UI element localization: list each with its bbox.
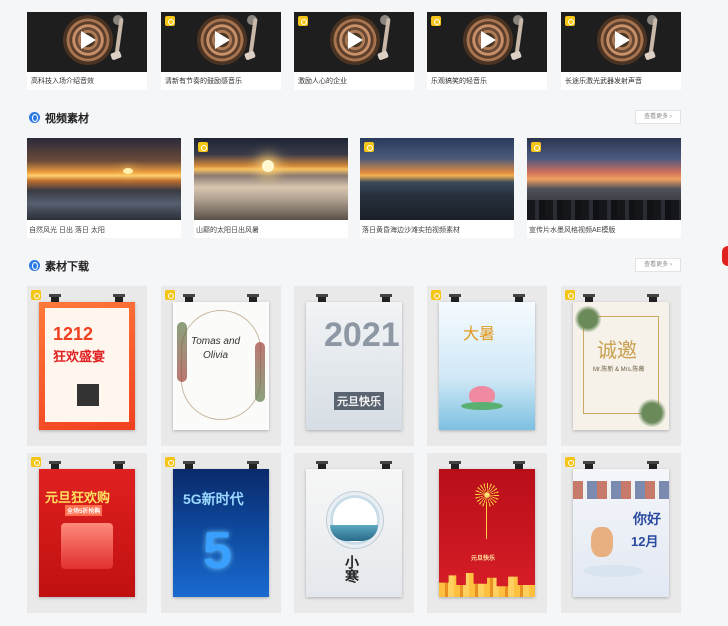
vip-badge-icon (431, 16, 441, 26)
poster-card[interactable]: 5G新时代 5 (161, 453, 281, 613)
poster-headline: 1212 (53, 324, 94, 344)
vip-badge-icon (31, 457, 41, 467)
vip-badge-icon (165, 457, 175, 467)
video-card[interactable]: 宣传片水墨风格视频AE模版 (527, 138, 681, 238)
poster-headline: 2021 (324, 316, 400, 354)
video-thumbnail[interactable] (194, 138, 348, 220)
side-float-tab[interactable] (722, 246, 728, 266)
video-thumbnail[interactable] (360, 138, 514, 220)
video-card[interactable]: 落日黄昏海边沙滩实拍视频素材 (360, 138, 514, 238)
poster-card[interactable]: 2021 元旦快乐 (294, 286, 414, 446)
video-title[interactable]: 宣传片水墨风格视频AE模版 (529, 225, 615, 235)
video-title[interactable]: 自然风光 日出 落日 太阳 (29, 225, 105, 235)
music-title[interactable]: 激励人心的企业 (298, 76, 347, 86)
poster-card[interactable]: 小寒 (294, 453, 414, 613)
vip-badge-icon (565, 16, 575, 26)
music-title[interactable]: 高科技入场介绍音效 (31, 76, 94, 86)
poster-headline: Tomas and (191, 336, 241, 347)
vip-badge-icon (531, 142, 541, 152)
globe-icon (29, 112, 40, 123)
poster-card[interactable]: Tomas and Olivia (161, 286, 281, 446)
poster-headline: 大暑 (463, 326, 496, 343)
poster-image[interactable]: 元旦狂欢购 全场5折抢购 (39, 469, 135, 597)
vip-badge-icon (431, 290, 441, 300)
poster-image[interactable]: 你好 12月 (573, 469, 669, 597)
poster-subline: 元旦快乐 (334, 392, 384, 410)
video-title[interactable]: 落日黄昏海边沙滩实拍视频素材 (362, 225, 460, 235)
music-thumbnail (561, 12, 681, 72)
poster-subline: 5 (203, 522, 232, 580)
music-thumbnail (161, 12, 281, 72)
poster-subline: Olivia (203, 350, 229, 361)
poster-headline: 小寒 (344, 555, 360, 583)
music-card[interactable]: 清新有节奏的鼓励感音乐 (161, 12, 281, 90)
poster-image[interactable]: 1212 狂欢盛宴 (39, 302, 135, 430)
poster-image[interactable]: 大暑 (439, 302, 535, 430)
vip-badge-icon (565, 457, 575, 467)
poster-image[interactable]: 2021 元旦快乐 (306, 302, 402, 430)
video-thumbnail[interactable] (27, 138, 181, 220)
music-title[interactable]: 清新有节奏的鼓励感音乐 (165, 76, 242, 86)
vip-badge-icon (165, 290, 175, 300)
vip-badge-icon (31, 290, 41, 300)
poster-headline: 5G新时代 (183, 491, 244, 507)
poster-card[interactable]: 元旦狂欢购 全场5折抢购 (27, 453, 147, 613)
poster-headline: 诚邀 (597, 340, 637, 362)
poster-subline: 全场5折抢购 (65, 505, 103, 516)
poster-card[interactable]: 元旦快乐 (427, 453, 547, 613)
poster-image[interactable]: 5G新时代 5 (173, 469, 269, 597)
more-video-button[interactable]: 查看更多 › (635, 110, 681, 124)
video-card[interactable]: 自然风光 日出 落日 太阳 (27, 138, 181, 238)
music-thumbnail (427, 12, 547, 72)
music-title[interactable]: 乐观搞笑的轻音乐 (431, 76, 487, 86)
poster-headline: 元旦狂欢购 (45, 490, 111, 505)
poster-subline: 元旦快乐 (471, 556, 496, 562)
poster-card[interactable]: 大暑 (427, 286, 547, 446)
music-thumbnail (294, 12, 414, 72)
vip-badge-icon (364, 142, 374, 152)
poster-image[interactable]: Tomas and Olivia (173, 302, 269, 430)
music-card[interactable]: 高科技入场介绍音效 (27, 12, 147, 90)
poster-card[interactable]: 诚邀 Mr.陈新 & Mrs.陈薇 (561, 286, 681, 446)
music-card[interactable]: 激励人心的企业 (294, 12, 414, 90)
music-title[interactable]: 长途乐激光武器发射声音 (565, 76, 642, 86)
video-thumbnail[interactable] (527, 138, 681, 220)
music-card[interactable]: 长途乐激光武器发射声音 (561, 12, 681, 90)
poster-image[interactable]: 小寒 (306, 469, 402, 597)
poster-image[interactable]: 诚邀 Mr.陈新 & Mrs.陈薇 (573, 302, 669, 430)
play-icon[interactable] (615, 31, 630, 49)
play-icon[interactable] (81, 31, 96, 49)
vip-badge-icon (198, 142, 208, 152)
vip-badge-icon (565, 290, 575, 300)
poster-subline: Mr.陈新 & Mrs.陈薇 (593, 367, 645, 373)
play-icon[interactable] (481, 31, 496, 49)
more-download-button[interactable]: 查看更多 › (635, 258, 681, 272)
vip-badge-icon (165, 16, 175, 26)
music-card[interactable]: 乐观搞笑的轻音乐 (427, 12, 547, 90)
globe-icon (29, 260, 40, 271)
video-card[interactable]: 山巅的太阳日出风暑 (194, 138, 348, 238)
poster-card[interactable]: 你好 12月 (561, 453, 681, 613)
section-title-video: 视频素材 (45, 113, 89, 125)
poster-card[interactable]: 1212 狂欢盛宴 (27, 286, 147, 446)
poster-subline: 狂欢盛宴 (53, 349, 106, 364)
section-title-download: 素材下载 (45, 261, 89, 273)
poster-image[interactable]: 元旦快乐 (439, 469, 535, 597)
poster-subline: 12月 (631, 534, 659, 549)
play-icon[interactable] (215, 31, 230, 49)
vip-badge-icon (298, 16, 308, 26)
music-thumbnail (27, 12, 147, 72)
play-icon[interactable] (348, 31, 363, 49)
video-title[interactable]: 山巅的太阳日出风暑 (196, 225, 259, 235)
poster-headline: 你好 (633, 511, 661, 527)
